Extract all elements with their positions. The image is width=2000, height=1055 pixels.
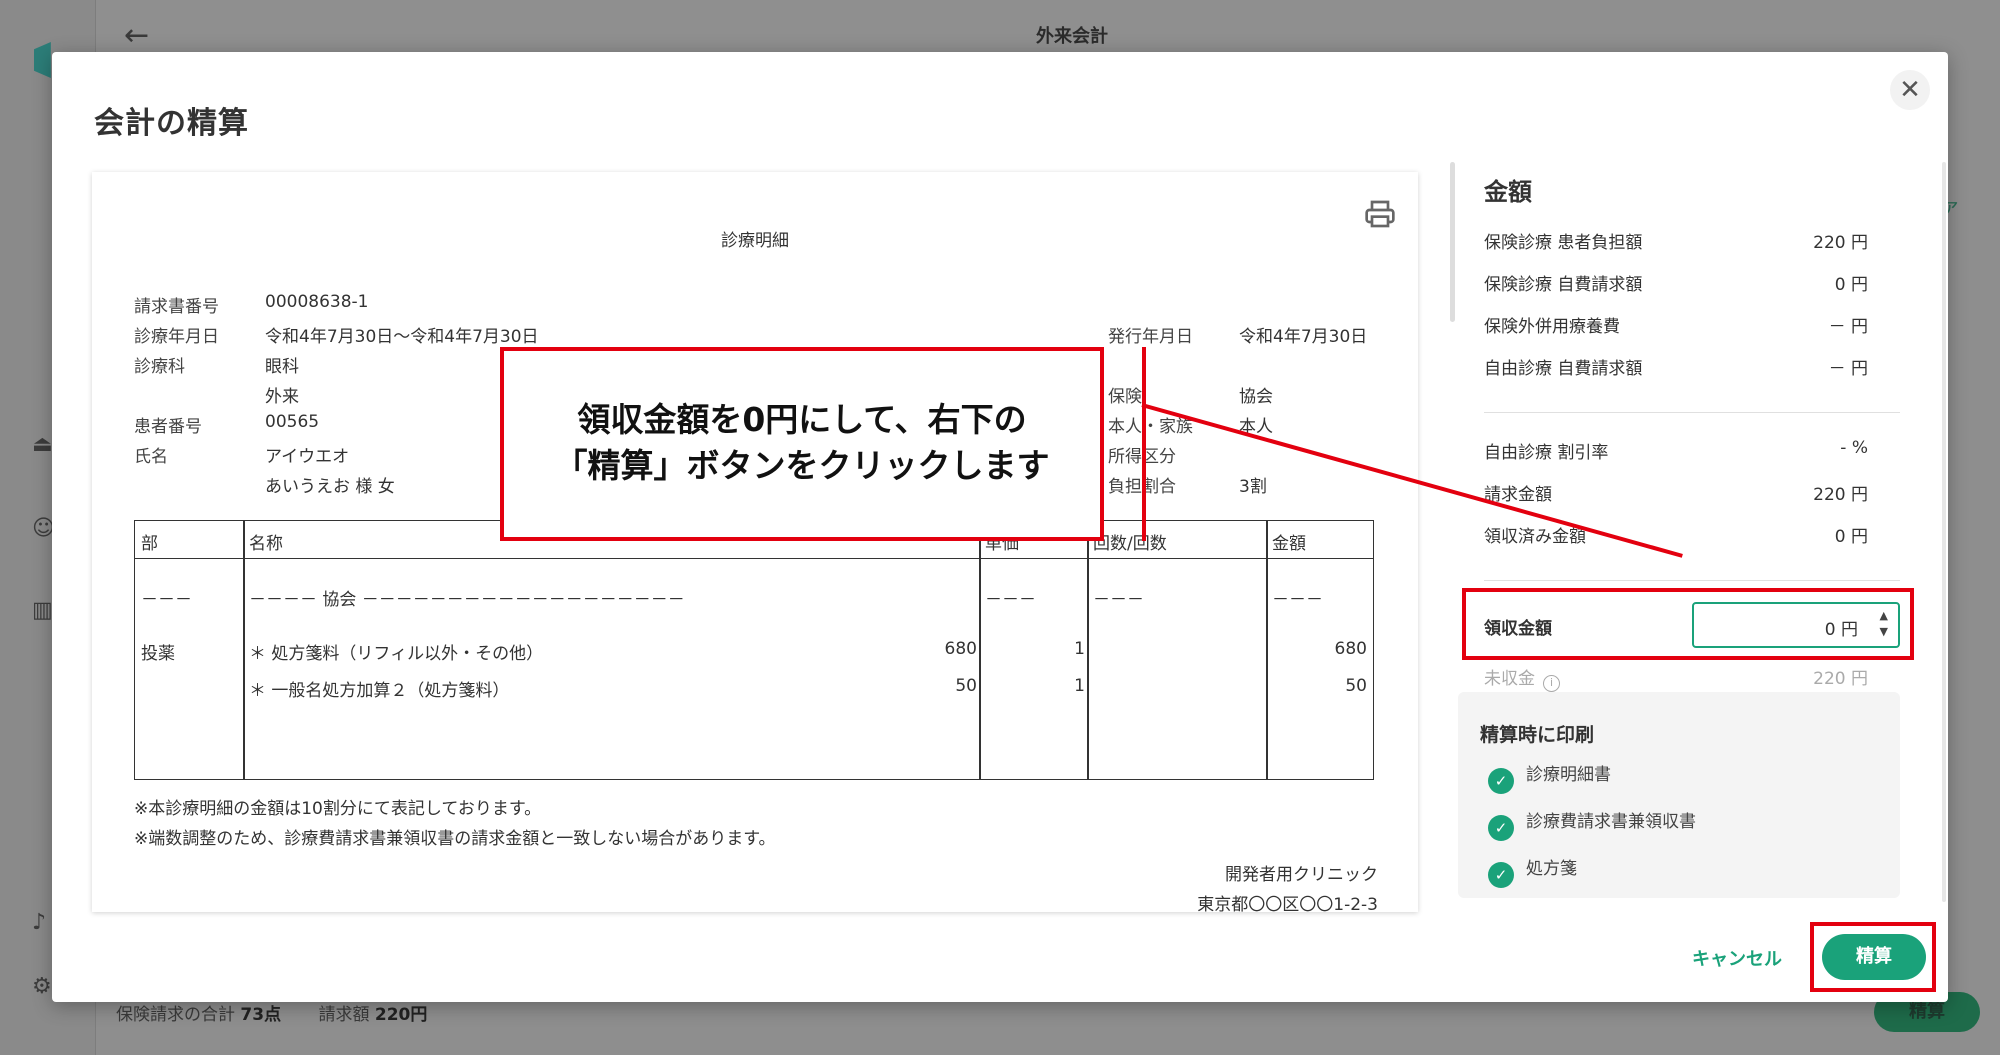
amount-value: 220 円	[1813, 485, 1868, 505]
instruction-line-2: 「精算」ボタンをクリックします	[554, 446, 1050, 485]
table-header-name: 名称	[249, 534, 283, 554]
amount-row: 請求金額 220 円	[1484, 480, 1868, 505]
divider	[1484, 412, 1900, 413]
burden-value: 3割	[1239, 477, 1267, 497]
table-header-count: 回数/回数	[1093, 534, 1167, 554]
print-option-label: 診療費請求書兼領収書	[1526, 812, 1696, 832]
dept-label: 診療科	[134, 357, 185, 377]
row-dept: －－－	[141, 590, 192, 610]
annotation-vertical-line	[1142, 347, 1146, 541]
panel-scrollbar[interactable]	[1942, 162, 1946, 902]
row-name: ＊ 処方箋料（リフィル以外・その他）	[249, 644, 544, 664]
name-hira: あいうえお 様 女	[265, 477, 395, 497]
amount-value: 0 円	[1834, 275, 1868, 295]
amount-value: - %	[1840, 438, 1868, 458]
amount-value: 0 円	[1834, 527, 1868, 547]
amount-label: 自由診療 割引率	[1484, 443, 1609, 463]
amount-label: 領収済み金額	[1484, 527, 1586, 547]
divider	[1484, 580, 1900, 581]
cancel-button[interactable]: キャンセル	[1692, 945, 1782, 971]
highlight-received-amount	[1462, 588, 1914, 660]
patient-no: 00565	[265, 412, 320, 432]
print-option[interactable]: ✓ 診療費請求書兼領収書	[1488, 807, 1696, 841]
amount-row: 自由診療 自費請求額 － 円	[1484, 354, 1868, 379]
statement-title: 診療明細	[721, 231, 789, 251]
amount-row: 領収済み金額 0 円	[1484, 522, 1868, 547]
amounts-title: 金額	[1484, 178, 1532, 206]
print-option[interactable]: ✓ 診療明細書	[1488, 760, 1611, 794]
close-icon[interactable]: ✕	[1890, 70, 1930, 110]
print-option-label: 診療明細書	[1526, 765, 1611, 785]
footer-summary: 保険請求の合計 73点 請求額 220円	[116, 1000, 459, 1025]
instruction-line-1: 領収金額を0円にして、右下の	[577, 400, 1027, 439]
row-amount: －－－	[1272, 590, 1323, 610]
note-1: ※本診療明細の金額は10割分にて表記しております。	[134, 799, 542, 819]
row-price: 50	[955, 676, 977, 696]
amount-value: 220 円	[1813, 233, 1868, 253]
amount-row: 保険外併用療養費 － 円	[1484, 312, 1868, 337]
row-count: －－－	[1093, 590, 1144, 610]
preview-scrollbar[interactable]	[1450, 162, 1455, 322]
date-label: 診療年月日	[134, 327, 219, 347]
row-amount: 50	[1345, 676, 1367, 696]
modal-title: 会計の精算	[94, 106, 249, 141]
invoice-no-label: 請求書番号	[134, 297, 219, 317]
clinic-address: 東京都〇〇区〇〇1-2-3	[1197, 895, 1378, 912]
amount-label: 保険診療 患者負担額	[1484, 233, 1643, 253]
row-dept: 投薬	[141, 644, 175, 664]
row-price: 680	[944, 639, 977, 659]
page-title: 外来会計	[1036, 26, 1108, 47]
insurance-value: 協会	[1239, 387, 1273, 407]
check-icon[interactable]: ✓	[1488, 768, 1514, 794]
dept-type: 外来	[265, 387, 299, 407]
statement-preview: 診療明細 請求書番号 00008638-1 診療年月日 令和4年7月30日～令和…	[92, 172, 1418, 912]
name-kana: アイウエオ	[265, 447, 350, 467]
insurance-label: 保険	[1108, 387, 1142, 407]
issue-date: 令和4年7月30日	[1239, 327, 1368, 347]
check-icon[interactable]: ✓	[1488, 862, 1514, 888]
check-icon[interactable]: ✓	[1488, 815, 1514, 841]
amount-row: 自由診療 割引率 - %	[1484, 438, 1868, 463]
row-price: －－－	[985, 590, 1036, 610]
unpaid-row: 未収金 i 220 円	[1484, 664, 1868, 692]
amount-value: － 円	[1828, 317, 1868, 337]
statement-table: 部 名称 単価 回数/回数 金額 －－－ －－－－ 協会 －－－－－－－－－－－…	[134, 520, 1374, 780]
invoice-no: 00008638-1	[265, 292, 369, 312]
amount-label: 自由診療 自費請求額	[1484, 359, 1643, 379]
row-amount: 680	[1334, 639, 1367, 659]
back-arrow-icon[interactable]: ←	[124, 18, 149, 53]
print-on-settle-box: 精算時に印刷 ✓ 診療明細書 ✓ 診療費請求書兼領収書 ✓ 処方箋	[1458, 692, 1900, 898]
issue-label: 発行年月日	[1108, 327, 1193, 347]
unpaid-label: 未収金	[1484, 669, 1535, 689]
row-name: －－－－ 協会 －－－－－－－－－－－－－－－－－－－	[249, 590, 685, 610]
insurance-total-label: 保険請求の合計	[116, 1005, 235, 1025]
patient-no-label: 患者番号	[134, 417, 202, 437]
name-label: 氏名	[134, 447, 168, 467]
row-count: 1	[1074, 639, 1085, 659]
highlight-settle-button	[1810, 922, 1936, 992]
info-icon[interactable]: i	[1543, 675, 1560, 692]
amount-row: 保険診療 自費請求額 0 円	[1484, 270, 1868, 295]
instruction-callout: 領収金額を0円にして、右下の 「精算」ボタンをクリックします	[500, 347, 1104, 541]
table-header-dept: 部	[141, 534, 158, 554]
note-2: ※端数調整のため、診療費請求書兼領収書の請求金額と一致しない場合があります。	[134, 829, 776, 849]
amount-label: 保険診療 自費請求額	[1484, 275, 1643, 295]
print-on-settle-title: 精算時に印刷	[1480, 724, 1595, 746]
dept: 眼科	[265, 357, 299, 377]
table-header-amount: 金額	[1272, 534, 1306, 554]
bill-value: 220円	[374, 1005, 428, 1025]
insurance-total-value: 73点	[240, 1005, 282, 1025]
unpaid-value: 220 円	[1813, 669, 1868, 689]
row-name: ＊ 一般名処方加算２（処方箋料）	[249, 681, 510, 701]
amount-value: － 円	[1828, 359, 1868, 379]
date: 令和4年7月30日～令和4年7月30日	[265, 327, 539, 347]
print-option[interactable]: ✓ 処方箋	[1488, 854, 1577, 888]
amount-label: 保険外併用療養費	[1484, 317, 1620, 337]
bill-label: 請求額	[318, 1005, 370, 1025]
print-option-label: 処方箋	[1526, 859, 1577, 879]
amount-row: 保険診療 患者負担額 220 円	[1484, 228, 1868, 253]
row-count: 1	[1074, 676, 1085, 696]
instruction-text: 領収金額を0円にして、右下の 「精算」ボタンをクリックします	[504, 397, 1100, 489]
clinic-name: 開発者用クリニック	[1225, 865, 1378, 885]
